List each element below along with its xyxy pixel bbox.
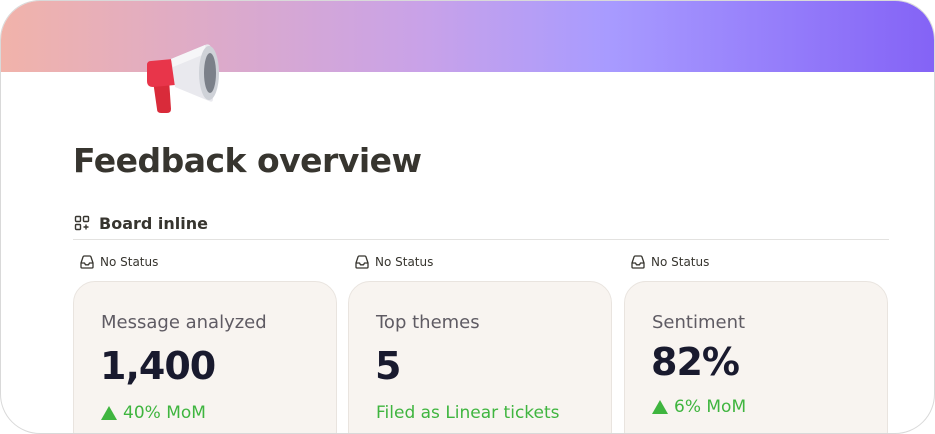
card-delta: 6% MoM bbox=[652, 397, 746, 417]
card-value: 82% bbox=[651, 340, 740, 384]
megaphone-icon[interactable] bbox=[143, 43, 225, 113]
card-delta: Filed as Linear tickets bbox=[376, 403, 560, 423]
board-column-2: No Status Top themes 5 Filed as Linear t… bbox=[348, 251, 612, 433]
page-cover[interactable] bbox=[1, 1, 934, 72]
board-view-header[interactable]: Board inline bbox=[73, 207, 889, 240]
card-title: Top themes bbox=[376, 312, 480, 333]
up-triangle-icon bbox=[652, 400, 668, 414]
page-title[interactable]: Feedback overview bbox=[73, 141, 422, 180]
inbox-icon bbox=[631, 255, 645, 269]
inbox-icon bbox=[80, 255, 94, 269]
notion-page: Feedback overview Board inline No Status… bbox=[0, 0, 935, 434]
card-delta-text: Filed as Linear tickets bbox=[376, 403, 560, 423]
column-status-label: No Status bbox=[651, 255, 710, 269]
column-status-label: No Status bbox=[100, 255, 159, 269]
column-status-label: No Status bbox=[375, 255, 434, 269]
board-column-3: No Status Sentiment 82% 6% MoM bbox=[624, 251, 888, 433]
board-view-icon bbox=[74, 215, 90, 231]
up-triangle-icon bbox=[101, 406, 117, 420]
card-title: Message analyzed bbox=[101, 312, 267, 333]
card-value: 1,400 bbox=[100, 344, 216, 388]
column-header[interactable]: No Status bbox=[624, 251, 888, 273]
column-header[interactable]: No Status bbox=[348, 251, 612, 273]
card-value: 5 bbox=[375, 344, 401, 388]
card-delta-text: 40% MoM bbox=[123, 403, 206, 423]
board-column-1: No Status Message analyzed 1,400 40% MoM bbox=[73, 251, 337, 433]
inbox-icon bbox=[355, 255, 369, 269]
metric-card-messages[interactable]: Message analyzed 1,400 40% MoM bbox=[73, 281, 337, 433]
card-delta-text: 6% MoM bbox=[674, 397, 747, 417]
metric-card-sentiment[interactable]: Sentiment 82% 6% MoM bbox=[624, 281, 888, 433]
metric-card-themes[interactable]: Top themes 5 Filed as Linear tickets bbox=[348, 281, 612, 433]
card-title: Sentiment bbox=[652, 312, 746, 333]
card-delta: 40% MoM bbox=[101, 403, 206, 423]
column-header[interactable]: No Status bbox=[73, 251, 337, 273]
view-label[interactable]: Board inline bbox=[99, 214, 208, 233]
